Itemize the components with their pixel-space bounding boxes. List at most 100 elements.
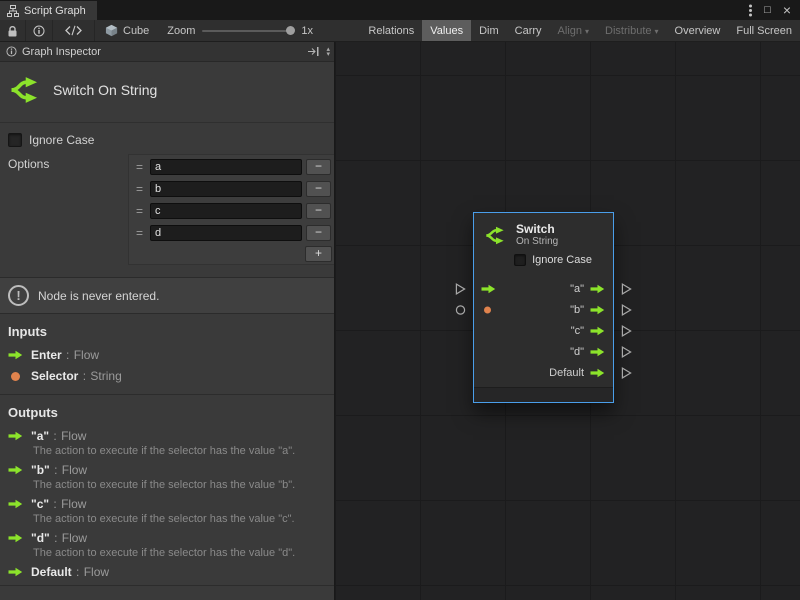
node-port-row-d: "d" — [474, 341, 613, 362]
window-maximize-icon[interactable]: □ — [764, 5, 771, 16]
inspector-footer — [0, 585, 334, 600]
graph-target-label: Cube — [123, 25, 149, 37]
output-port-d: "d" : Flow The action to execute if the … — [8, 531, 324, 560]
value-port-icon — [11, 372, 20, 381]
flow-arrow-icon — [8, 431, 23, 441]
graph-inspector-panel: Graph Inspector ▴▾ — [0, 42, 335, 600]
drag-handle-icon[interactable]: = — [133, 182, 146, 196]
option-input-3[interactable] — [150, 225, 302, 241]
cube-icon — [105, 24, 118, 37]
options-item: = − — [131, 178, 333, 200]
zoom-control: Zoom 1x — [159, 20, 321, 41]
selector-value-port[interactable] — [455, 304, 466, 315]
toolbar-button-relations[interactable]: Relations — [360, 20, 422, 41]
tab-script-graph[interactable]: Script Graph — [0, 1, 97, 20]
node-port-row-a: "a" — [474, 278, 613, 299]
lock-icon — [7, 25, 18, 37]
window-close-icon[interactable]: × — [783, 3, 791, 17]
input-port-selector: Selector : String — [8, 369, 324, 383]
toolbar-button-dim[interactable]: Dim — [471, 20, 507, 41]
warning-box: ! Node is never entered. — [0, 277, 334, 314]
zoom-slider[interactable] — [202, 30, 294, 32]
graph-target-button[interactable]: Cube — [95, 20, 159, 41]
switch-on-string-node[interactable]: Switch On String Ignore Case "a" — [473, 212, 614, 403]
toolbar-button-group: Relations Values Dim Carry Align▾ Distri… — [360, 20, 800, 41]
add-option-button[interactable]: + — [305, 246, 332, 262]
outputs-header: Outputs — [8, 405, 324, 420]
options-list: = − = − = − = − — [128, 154, 335, 265]
options-item: = − — [131, 200, 333, 222]
option-input-2[interactable] — [150, 203, 302, 219]
dock-panel-icon[interactable] — [307, 46, 320, 57]
panel-resize-spinner[interactable]: ▴▾ — [326, 47, 330, 57]
options-item: = − — [131, 156, 333, 178]
flow-arrow-icon — [590, 284, 605, 294]
zoom-value: 1x — [301, 25, 313, 37]
code-preview-button[interactable] — [53, 20, 95, 41]
output-flow-port-d[interactable] — [621, 345, 632, 358]
input-port-enter: Enter : Flow — [8, 348, 324, 362]
info-icon — [6, 46, 17, 57]
ignore-case-row: Ignore Case — [8, 133, 326, 147]
node-header[interactable]: Switch On String — [474, 213, 613, 252]
output-description: The action to execute if the selector ha… — [33, 547, 324, 560]
option-input-1[interactable] — [150, 181, 302, 197]
options-label: Options — [8, 154, 128, 265]
output-port-b: "b" : Flow The action to execute if the … — [8, 463, 324, 492]
output-description: The action to execute if the selector ha… — [33, 445, 324, 458]
unit-title-block: Switch On String — [0, 62, 334, 123]
flow-arrow-icon — [8, 350, 23, 360]
remove-option-button[interactable]: − — [306, 225, 331, 241]
toolbar-button-carry[interactable]: Carry — [507, 20, 550, 41]
graph-canvas[interactable]: Switch On String Ignore Case "a" — [335, 42, 800, 600]
output-flow-port-default[interactable] — [621, 366, 632, 379]
remove-option-button[interactable]: − — [306, 181, 331, 197]
flow-arrow-icon — [590, 326, 605, 336]
tab-title: Script Graph — [24, 5, 86, 17]
lock-button[interactable] — [0, 20, 26, 41]
remove-option-button[interactable]: − — [306, 159, 331, 175]
flow-arrow-icon — [8, 567, 23, 577]
flow-arrow-icon — [481, 284, 496, 294]
chevron-down-icon: ▾ — [585, 27, 589, 36]
options-item: = − — [131, 222, 333, 244]
script-graph-icon — [7, 5, 19, 17]
node-port-row-b: "b" — [474, 299, 613, 320]
inspect-toggle-button[interactable] — [26, 20, 53, 41]
enter-flow-port[interactable] — [455, 282, 466, 295]
output-flow-port-c[interactable] — [621, 324, 632, 337]
option-input-0[interactable] — [150, 159, 302, 175]
output-port-default: Default : Flow — [8, 565, 324, 579]
output-flow-port-b[interactable] — [621, 303, 632, 316]
graph-inspector-header: Graph Inspector ▴▾ — [0, 42, 334, 62]
zoom-slider-knob[interactable] — [286, 26, 295, 35]
graph-inspector-title: Graph Inspector — [22, 46, 101, 58]
inputs-header: Inputs — [8, 324, 324, 339]
unit-title: Switch On String — [53, 82, 157, 98]
window-menu-icon[interactable] — [749, 9, 752, 12]
flow-arrow-icon — [8, 465, 23, 475]
flow-arrow-icon — [8, 533, 23, 543]
drag-handle-icon[interactable]: = — [133, 204, 146, 218]
toolbar-button-values[interactable]: Values — [422, 20, 471, 41]
output-description: The action to execute if the selector ha… — [33, 479, 324, 492]
node-port-label: "b" — [570, 304, 584, 316]
remove-option-button[interactable]: − — [306, 203, 331, 219]
drag-handle-icon[interactable]: = — [133, 160, 146, 174]
ignore-case-checkbox[interactable] — [8, 133, 22, 147]
toolbar-button-align[interactable]: Align▾ — [550, 20, 597, 41]
output-flow-port-a[interactable] — [621, 282, 632, 295]
ignore-case-label: Ignore Case — [29, 133, 94, 147]
toolbar-button-fullscreen[interactable]: Full Screen — [728, 20, 800, 41]
node-port-label: "a" — [570, 283, 584, 295]
toolbar-button-overview[interactable]: Overview — [667, 20, 729, 41]
drag-handle-icon[interactable]: = — [133, 226, 146, 240]
switch-unit-icon — [484, 224, 507, 247]
value-port-icon — [484, 306, 491, 313]
node-subtitle: On String — [516, 236, 558, 248]
toolbar-button-distribute[interactable]: Distribute▾ — [597, 20, 666, 41]
window-controls: □ × — [749, 0, 800, 20]
node-ignore-case-checkbox[interactable] — [514, 254, 526, 266]
window-tab-bar: Script Graph □ × — [0, 0, 800, 20]
flow-arrow-icon — [590, 347, 605, 357]
